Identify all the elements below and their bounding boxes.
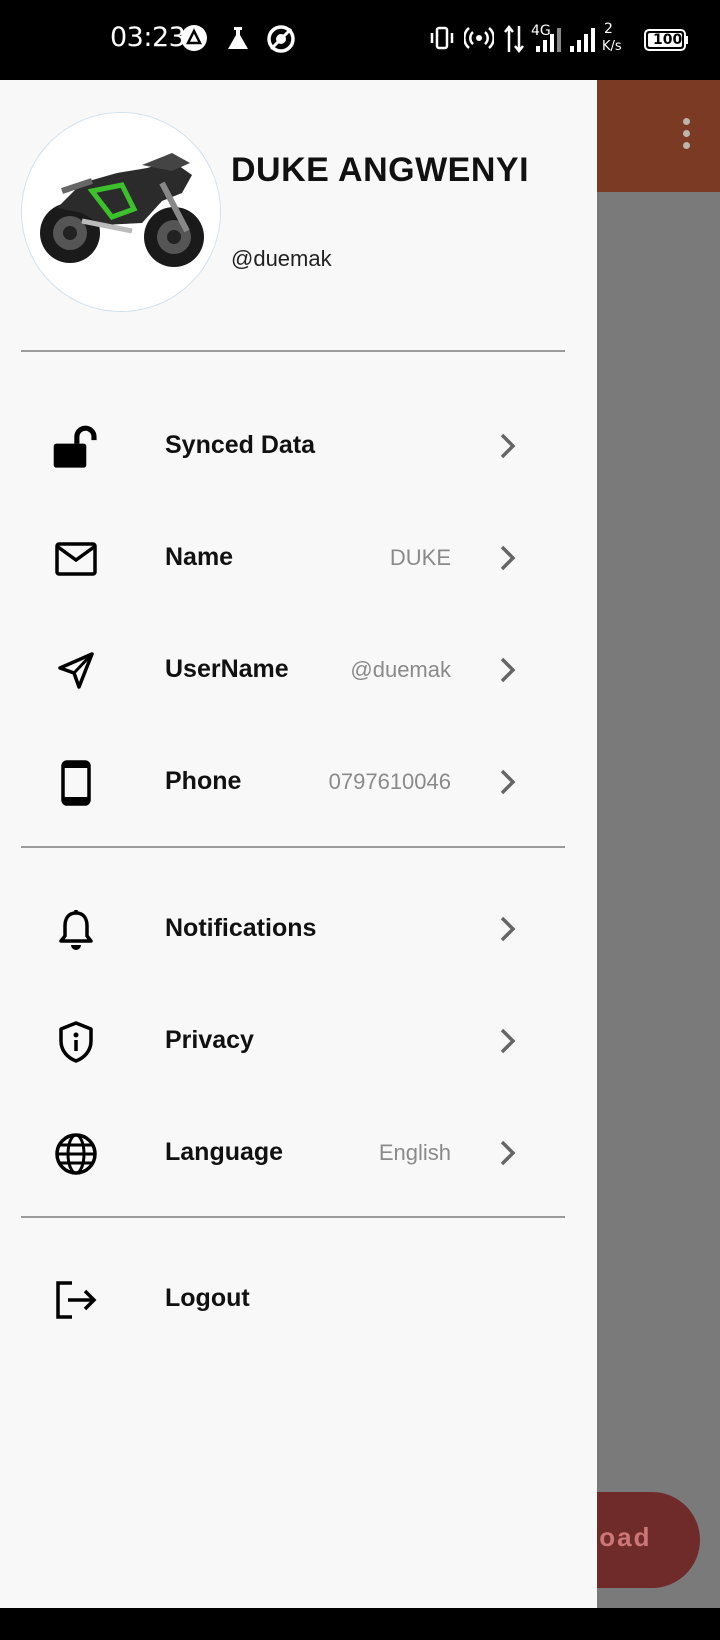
flask-icon <box>224 24 252 57</box>
phone-icon <box>52 759 100 807</box>
divider <box>21 350 565 352</box>
chevron-right-icon <box>498 1138 518 1173</box>
globe-icon <box>52 1130 100 1178</box>
divider <box>21 1216 565 1218</box>
status-time: 03:23 <box>110 22 186 53</box>
send-icon <box>52 647 100 695</box>
menu-item-notifications[interactable]: Notifications <box>0 884 597 974</box>
network-speed-unit: K/s <box>602 39 622 54</box>
menu-item-language[interactable]: Language English <box>0 1108 597 1198</box>
chevron-right-icon <box>498 655 518 690</box>
menu-item-label: Notifications <box>165 914 317 942</box>
motorcycle-avatar-icon <box>22 113 220 311</box>
chevron-right-icon <box>498 543 518 578</box>
chevron-right-icon <box>498 1026 518 1061</box>
menu-item-value: 0797610046 <box>328 769 451 794</box>
profile-handle: @duemak <box>231 246 332 271</box>
menu-item-label: Privacy <box>165 1026 254 1054</box>
battery-level: 100 <box>653 32 683 48</box>
menu-item-value: DUKE <box>389 545 451 570</box>
menu-item-value: @duemak <box>350 657 451 682</box>
data-saver-icon <box>266 24 296 59</box>
menu-item-label: Synced Data <box>165 431 316 459</box>
profile-avatar[interactable] <box>21 112 221 312</box>
menu-item-value: English <box>378 1140 451 1165</box>
profile-name: DUKE ANGWENYI <box>231 151 530 189</box>
hotspot-icon <box>463 24 495 57</box>
signal-icon-1 <box>534 24 564 59</box>
navigation-drawer: DUKE ANGWENYI @duemak Synced Data Name D… <box>0 80 597 1608</box>
signal-icon-2 <box>568 24 598 59</box>
chevron-right-icon <box>498 914 518 949</box>
data-transfer-icon <box>503 24 525 59</box>
app-header <box>596 80 720 192</box>
app-notification-icon <box>180 24 208 57</box>
navigation-bar <box>0 1608 720 1640</box>
menu-item-label: Phone <box>165 767 242 795</box>
bell-icon <box>52 906 100 954</box>
menu-item-privacy[interactable]: Privacy <box>0 996 597 1086</box>
logout-button[interactable]: Logout <box>0 1254 597 1344</box>
menu-item-label: Language <box>165 1138 284 1166</box>
network-speed-value: 2 <box>604 21 613 37</box>
menu-item-name[interactable]: Name DUKE <box>0 513 597 603</box>
divider <box>21 846 565 848</box>
unlock-icon <box>52 423 100 471</box>
logout-icon <box>52 1276 100 1324</box>
shield-icon <box>52 1018 100 1066</box>
menu-item-label: Name <box>165 543 234 571</box>
chevron-right-icon <box>498 431 518 466</box>
vibrate-icon <box>428 24 456 57</box>
more-options-icon[interactable] <box>683 118 690 154</box>
menu-item-username[interactable]: UserName @duemak <box>0 625 597 715</box>
menu-item-label: UserName <box>165 655 289 683</box>
menu-item-synced-data[interactable]: Synced Data <box>0 401 597 491</box>
mail-icon <box>52 535 100 583</box>
status-bar: 03:23 4G 2 K/s 100 <box>0 0 720 80</box>
logout-label: Logout <box>165 1284 250 1312</box>
menu-item-phone[interactable]: Phone 0797610046 <box>0 737 597 827</box>
upload-button-label: load <box>590 1522 652 1552</box>
chevron-right-icon <box>498 767 518 802</box>
